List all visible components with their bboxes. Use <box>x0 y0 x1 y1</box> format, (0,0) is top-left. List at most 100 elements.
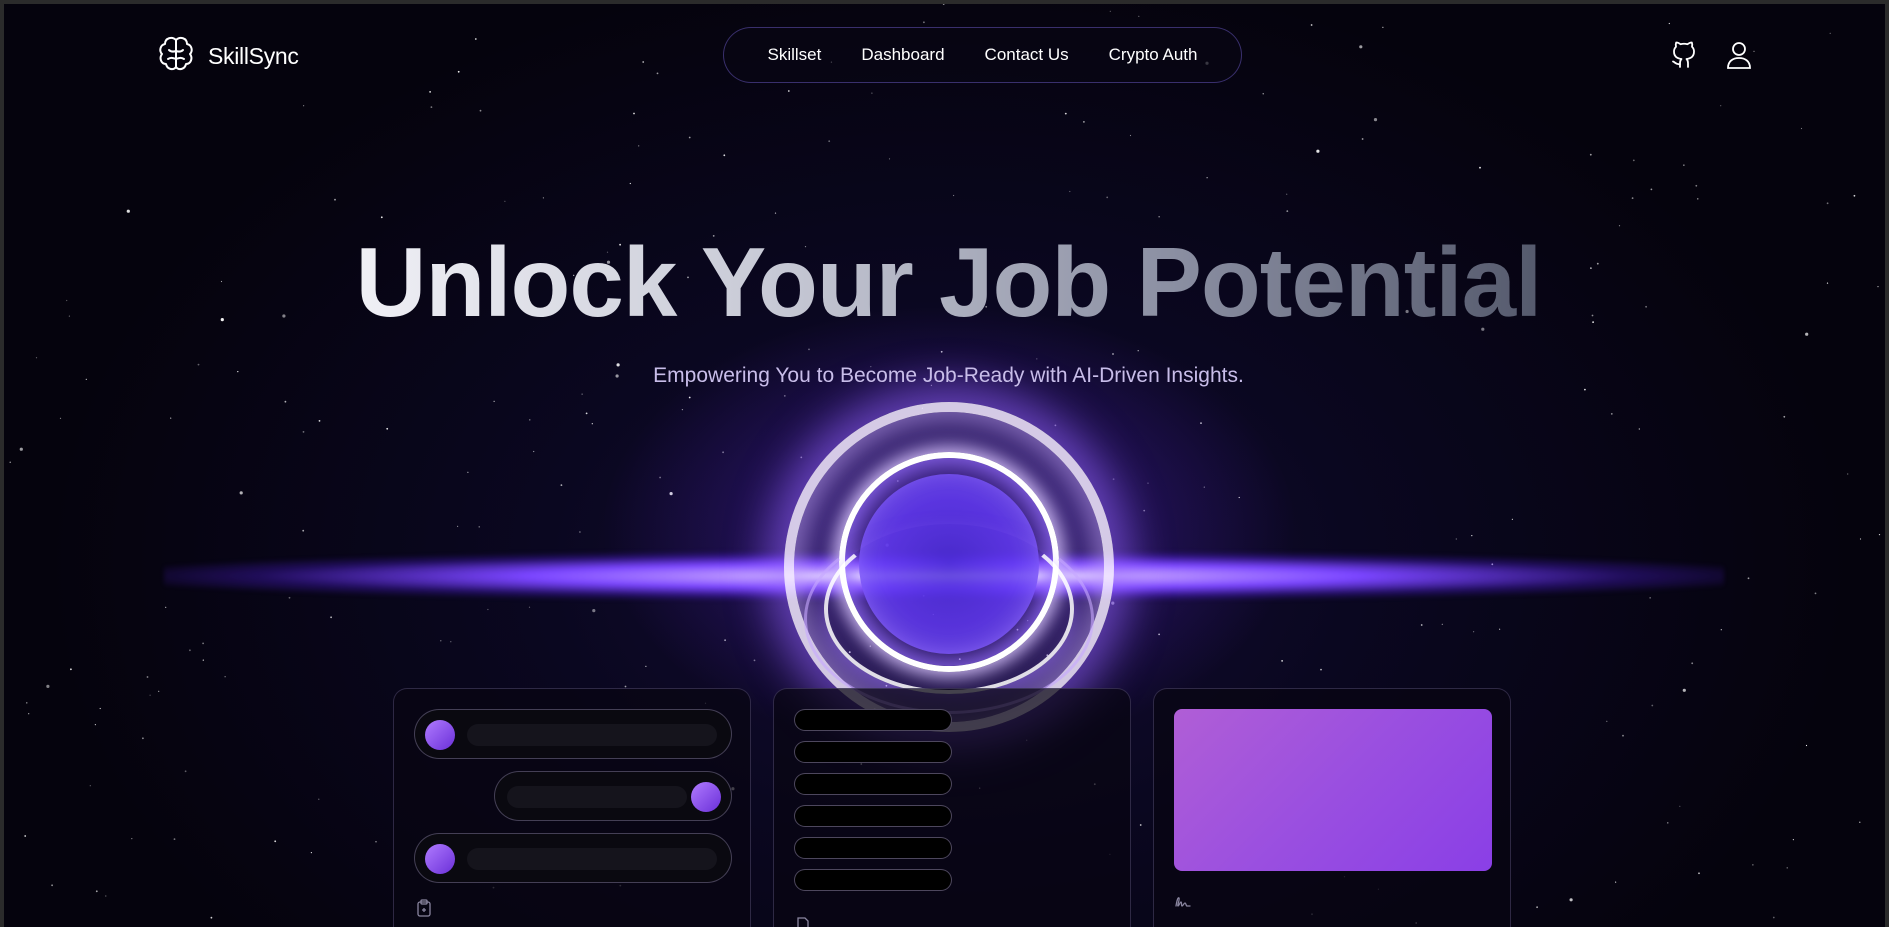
star <box>828 140 831 143</box>
star <box>1650 188 1653 191</box>
star <box>1139 824 1142 826</box>
star <box>149 694 151 696</box>
star <box>334 198 336 201</box>
hero-subtitle: Empowering You to Become Job-Ready with … <box>653 364 1244 387</box>
star <box>9 461 11 463</box>
star <box>142 737 144 740</box>
star <box>1286 210 1289 213</box>
star <box>1800 127 1803 130</box>
star <box>380 216 383 219</box>
star <box>1111 601 1115 605</box>
star <box>158 690 160 692</box>
star <box>1109 10 1111 12</box>
star <box>1683 164 1685 166</box>
star <box>210 916 213 919</box>
list-item <box>794 869 952 891</box>
star <box>542 197 545 199</box>
star <box>753 659 756 662</box>
star <box>642 61 645 63</box>
star <box>1691 662 1694 665</box>
star <box>783 395 786 397</box>
star <box>430 106 433 108</box>
document-icon <box>796 917 810 927</box>
star <box>953 194 955 197</box>
star <box>1511 518 1513 520</box>
star <box>888 158 891 160</box>
star <box>274 840 277 843</box>
user-icon[interactable] <box>1726 40 1752 75</box>
star <box>1682 688 1686 692</box>
star <box>429 91 431 93</box>
star <box>1697 198 1699 200</box>
star <box>95 890 98 893</box>
star <box>28 713 30 715</box>
star <box>1631 197 1634 200</box>
star <box>51 884 53 887</box>
star <box>1158 633 1160 636</box>
list-item <box>794 709 952 731</box>
star <box>330 616 332 619</box>
nav-link-crypto-auth[interactable]: Crypto Auth <box>1109 45 1198 65</box>
star <box>284 400 287 403</box>
star <box>59 417 62 419</box>
star <box>923 21 925 24</box>
nav-link-skillset[interactable]: Skillset <box>768 45 822 65</box>
star <box>202 659 204 661</box>
chat-bubble <box>414 833 732 883</box>
star <box>1112 353 1114 355</box>
star <box>457 70 460 73</box>
star <box>1382 26 1384 28</box>
star <box>302 431 305 433</box>
star <box>1753 50 1755 53</box>
star <box>592 609 596 613</box>
star <box>1651 704 1654 707</box>
star <box>493 400 495 402</box>
star <box>1106 196 1109 199</box>
star <box>105 895 107 897</box>
star <box>1632 159 1635 162</box>
star <box>310 852 312 854</box>
star <box>1569 898 1573 902</box>
nav-link-dashboard[interactable]: Dashboard <box>861 45 944 65</box>
star <box>688 136 691 139</box>
star <box>1814 592 1817 595</box>
star <box>800 456 803 459</box>
star <box>318 798 320 800</box>
chat-bubble <box>494 771 732 821</box>
star <box>1238 496 1240 499</box>
star <box>26 702 28 704</box>
star <box>1036 358 1038 360</box>
brand[interactable]: SkillSync <box>156 34 299 79</box>
star <box>1138 15 1140 17</box>
feature-card-list[interactable] <box>773 688 1131 927</box>
star <box>1129 134 1132 137</box>
star <box>70 668 72 671</box>
feature-card-image[interactable] <box>1153 688 1511 927</box>
signature-icon <box>1174 895 1192 914</box>
star <box>1361 138 1364 140</box>
star <box>528 606 531 608</box>
star <box>1826 202 1829 205</box>
star <box>457 525 459 528</box>
star <box>1847 473 1849 475</box>
nav-link-contact-us[interactable]: Contact Us <box>985 45 1069 65</box>
star <box>1441 623 1443 625</box>
feature-card-chat[interactable] <box>393 688 751 927</box>
star <box>638 145 640 147</box>
star <box>467 471 469 473</box>
list-item <box>794 805 952 827</box>
star <box>89 785 91 787</box>
star <box>1829 32 1831 34</box>
star <box>1859 538 1862 540</box>
star <box>1112 478 1115 481</box>
github-icon[interactable] <box>1670 40 1698 75</box>
star <box>1262 93 1264 95</box>
star <box>808 348 810 351</box>
star <box>1747 577 1750 580</box>
star <box>1473 631 1475 633</box>
page-frame: SkillSync Skillset Dashboard Contact Us … <box>0 0 1889 927</box>
star <box>302 529 305 532</box>
preview-panel <box>1174 709 1492 871</box>
star <box>1359 45 1363 49</box>
star <box>450 641 452 643</box>
